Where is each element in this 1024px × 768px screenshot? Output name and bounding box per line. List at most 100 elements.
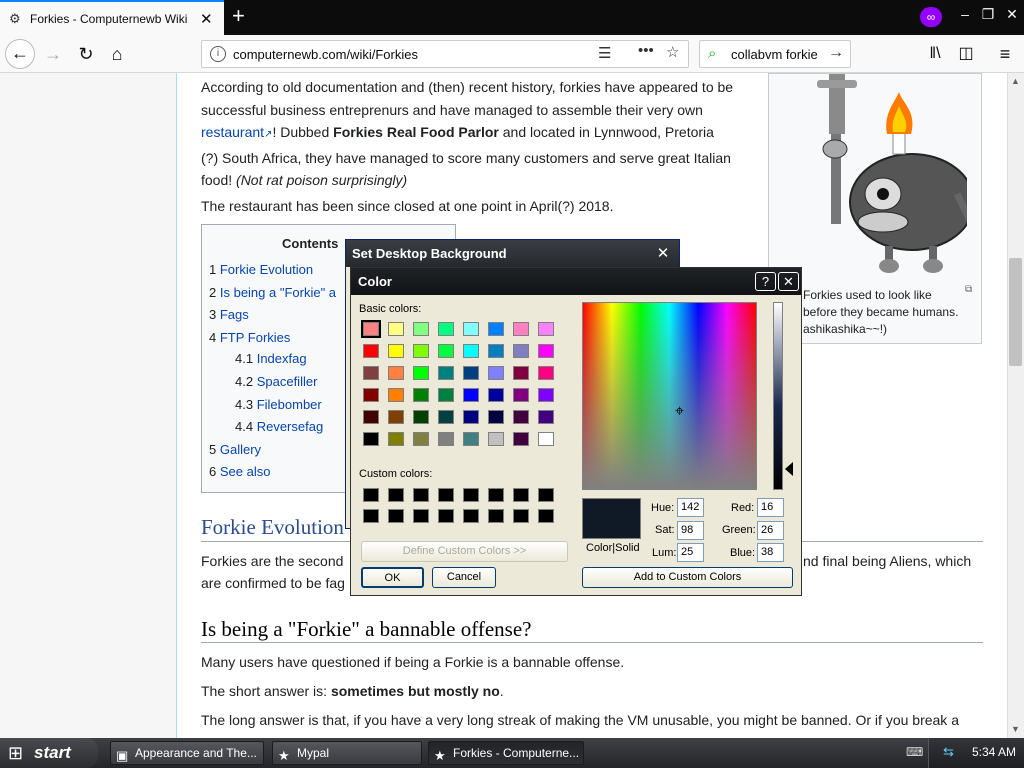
custom-color-swatch[interactable] — [413, 488, 429, 502]
basic-color-swatch[interactable] — [538, 388, 554, 402]
toc-item[interactable]: 4.2 Spacefiller — [235, 374, 317, 389]
basic-color-swatch[interactable] — [488, 322, 504, 336]
toc-item[interactable]: 2 Is being a "Forkie" a — [209, 285, 336, 300]
scroll-up-icon[interactable]: ▲ — [1009, 76, 1022, 86]
basic-color-swatch[interactable] — [488, 388, 504, 402]
browser-tab[interactable]: ⚙ Forkies - Computernewb Wiki ✕ — [0, 0, 224, 35]
custom-color-swatch[interactable] — [488, 488, 504, 502]
custom-color-swatch[interactable] — [488, 509, 504, 523]
custom-color-swatch[interactable] — [413, 509, 429, 523]
blue-field[interactable]: 38 — [757, 543, 784, 562]
basic-color-swatch[interactable] — [538, 366, 554, 380]
toc-item[interactable]: 6 See also — [209, 464, 270, 479]
basic-color-swatch[interactable] — [513, 388, 529, 402]
reload-icon[interactable]: ↻ — [73, 43, 99, 65]
custom-color-swatch[interactable] — [363, 509, 379, 523]
toc-item[interactable]: 3 Fags — [209, 307, 249, 322]
basic-color-swatch[interactable] — [413, 432, 429, 446]
add-to-custom-colors-button[interactable]: Add to Custom Colors — [582, 567, 793, 588]
enlarge-icon[interactable]: ⧉ — [965, 284, 972, 295]
basic-color-swatch[interactable] — [413, 366, 429, 380]
minimize-icon[interactable]: – — [954, 6, 976, 22]
toc-item[interactable]: 5 Gallery — [209, 442, 261, 457]
toc-item[interactable]: 1 Forkie Evolution — [209, 262, 313, 277]
sidebar-toggle-icon[interactable]: ◫ — [953, 43, 979, 65]
home-icon[interactable]: ⌂ — [104, 43, 130, 65]
start-button[interactable]: ⊞ start — [0, 738, 98, 768]
toc-item[interactable]: 4.4 Reversefag — [235, 419, 323, 434]
toc-item[interactable]: 4.1 Indexfag — [235, 351, 307, 366]
custom-color-swatch[interactable] — [363, 488, 379, 502]
basic-color-swatch[interactable] — [463, 410, 479, 424]
basic-color-swatch[interactable] — [538, 344, 554, 358]
custom-color-swatch[interactable] — [438, 509, 454, 523]
basic-color-swatch[interactable] — [388, 322, 404, 336]
menu-icon[interactable]: ≡ — [992, 43, 1018, 65]
restore-icon[interactable]: ❐ — [977, 6, 999, 23]
basic-color-swatch[interactable] — [363, 366, 379, 380]
sat-field[interactable]: 98 — [677, 521, 704, 540]
basic-color-swatch[interactable] — [363, 344, 379, 358]
basic-color-swatch[interactable] — [538, 322, 554, 336]
luminosity-arrow-icon[interactable] — [785, 462, 793, 476]
toc-item[interactable]: 4 FTP Forkies — [209, 330, 290, 345]
basic-color-swatch[interactable] — [363, 388, 379, 402]
basic-color-swatch[interactable] — [413, 344, 429, 358]
close-tab-icon[interactable]: ✕ — [200, 10, 213, 28]
basic-color-swatch[interactable] — [413, 322, 429, 336]
basic-color-swatch[interactable] — [388, 344, 404, 358]
basic-color-swatch[interactable] — [438, 410, 454, 424]
basic-color-swatch[interactable] — [463, 344, 479, 358]
lum-field[interactable]: 25 — [677, 543, 704, 562]
basic-color-swatch[interactable] — [363, 410, 379, 424]
basic-color-swatch[interactable] — [463, 366, 479, 380]
keyboard-icon[interactable]: ⌨ — [906, 745, 923, 759]
basic-color-swatch[interactable] — [438, 432, 454, 446]
restaurant-link[interactable]: restaurant — [201, 124, 264, 140]
close-window-icon[interactable]: ✕ — [1001, 6, 1023, 23]
help-icon[interactable]: ? — [755, 272, 776, 291]
basic-color-swatch[interactable] — [538, 410, 554, 424]
basic-color-swatch[interactable] — [513, 322, 529, 336]
color-close-icon[interactable]: ✕ — [778, 272, 799, 291]
forward-arrow-icon[interactable]: → — [40, 43, 66, 65]
luminosity-slider[interactable] — [773, 302, 783, 490]
basic-color-swatch[interactable] — [463, 322, 479, 336]
site-info-icon[interactable]: i — [210, 46, 226, 62]
taskbar-item-appearance[interactable]: ▣ Appearance and The... — [110, 741, 264, 765]
clock[interactable]: 5:34 AM — [972, 745, 1016, 759]
basic-color-swatch[interactable] — [463, 388, 479, 402]
basic-color-swatch[interactable] — [488, 410, 504, 424]
scrollbar-thumb[interactable] — [1009, 258, 1022, 366]
basic-color-swatch[interactable] — [488, 432, 504, 446]
custom-color-swatch[interactable] — [463, 488, 479, 502]
basic-color-swatch[interactable] — [388, 432, 404, 446]
define-custom-colors-button[interactable]: Define Custom Colors >> — [361, 541, 568, 562]
basic-color-swatch[interactable] — [488, 344, 504, 358]
custom-color-swatch[interactable] — [388, 488, 404, 502]
basic-color-swatch[interactable] — [361, 320, 381, 338]
sdb-close-icon[interactable]: ✕ — [653, 244, 673, 263]
color-spectrum[interactable] — [582, 302, 757, 490]
basic-color-swatch[interactable] — [388, 366, 404, 380]
page-actions-icon[interactable]: ••• — [638, 42, 654, 59]
toc-item[interactable]: 4.3 Filebomber — [235, 397, 322, 412]
basic-color-swatch[interactable] — [513, 432, 529, 446]
basic-color-swatch[interactable] — [513, 344, 529, 358]
basic-color-swatch[interactable] — [438, 366, 454, 380]
custom-color-swatch[interactable] — [388, 509, 404, 523]
crosshair-icon[interactable]: ⌖ — [675, 404, 684, 420]
custom-color-swatch[interactable] — [513, 488, 529, 502]
bookmark-star-icon[interactable]: ☆ — [666, 43, 679, 61]
basic-color-swatch[interactable] — [513, 410, 529, 424]
search-go-arrow-icon[interactable]: → — [828, 44, 844, 62]
ok-button[interactable]: OK — [361, 567, 424, 588]
basic-color-swatch[interactable] — [438, 344, 454, 358]
basic-color-swatch[interactable] — [388, 410, 404, 424]
basic-color-swatch[interactable] — [513, 366, 529, 380]
hue-field[interactable]: 142 — [677, 498, 704, 517]
custom-color-swatch[interactable] — [463, 509, 479, 523]
custom-color-swatch[interactable] — [513, 509, 529, 523]
scroll-down-icon[interactable]: ▼ — [1009, 724, 1022, 734]
basic-color-swatch[interactable] — [413, 388, 429, 402]
